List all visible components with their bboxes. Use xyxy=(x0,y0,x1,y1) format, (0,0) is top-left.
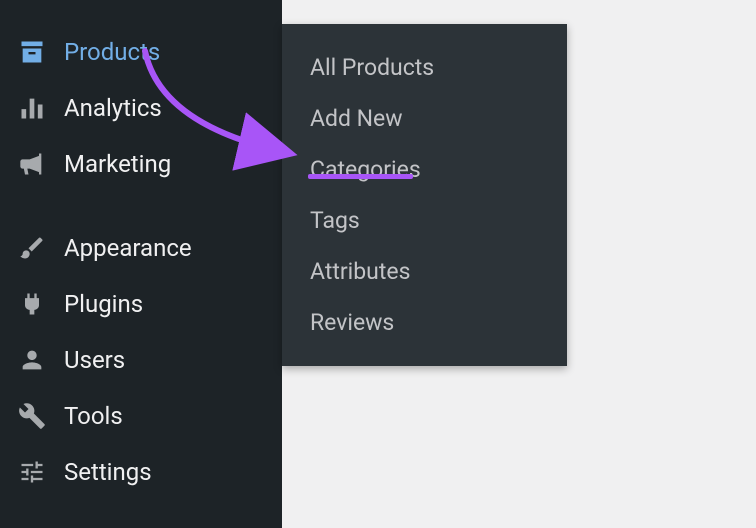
sidebar-item-label: Appearance xyxy=(64,234,192,262)
submenu-item-label: All Products xyxy=(310,54,434,81)
sliders-icon xyxy=(16,456,48,488)
megaphone-icon xyxy=(16,148,48,180)
sidebar-item-label: Products xyxy=(64,38,160,66)
sidebar-item-marketing[interactable]: Marketing xyxy=(0,136,282,192)
sidebar-item-label: Analytics xyxy=(64,94,162,122)
sidebar-item-label: Settings xyxy=(64,458,152,486)
submenu-item-label: Categories xyxy=(310,156,421,183)
sidebar-item-analytics[interactable]: Analytics xyxy=(0,80,282,136)
submenu-item-add-new[interactable]: Add New xyxy=(282,93,567,144)
submenu-item-categories[interactable]: Categories xyxy=(282,144,567,195)
sidebar-item-label: Marketing xyxy=(64,150,171,178)
sidebar-item-users[interactable]: Users xyxy=(0,332,282,388)
plug-icon xyxy=(16,288,48,320)
sidebar-item-products[interactable]: Products xyxy=(0,24,282,80)
wrench-icon xyxy=(16,400,48,432)
submenu-item-all-products[interactable]: All Products xyxy=(282,42,567,93)
sidebar-item-plugins[interactable]: Plugins xyxy=(0,276,282,332)
submenu-item-label: Attributes xyxy=(310,258,410,285)
user-icon xyxy=(16,344,48,376)
products-submenu: All Products Add New Categories Tags Att… xyxy=(282,24,567,366)
submenu-item-label: Add New xyxy=(310,105,403,132)
sidebar-item-tools[interactable]: Tools xyxy=(0,388,282,444)
paint-brush-icon xyxy=(16,232,48,264)
submenu-item-label: Tags xyxy=(310,207,360,234)
menu-separator xyxy=(0,192,282,220)
sidebar-item-label: Tools xyxy=(64,402,123,430)
submenu-item-attributes[interactable]: Attributes xyxy=(282,246,567,297)
sidebar-item-settings[interactable]: Settings xyxy=(0,444,282,500)
submenu-item-tags[interactable]: Tags xyxy=(282,195,567,246)
submenu-item-reviews[interactable]: Reviews xyxy=(282,297,567,348)
sidebar-item-label: Plugins xyxy=(64,290,143,318)
submenu-item-label: Reviews xyxy=(310,309,394,336)
archive-icon xyxy=(16,36,48,68)
sidebar-item-appearance[interactable]: Appearance xyxy=(0,220,282,276)
bar-chart-icon xyxy=(16,92,48,124)
admin-sidebar: Products Analytics Marketing Appearance … xyxy=(0,0,282,528)
sidebar-item-label: Users xyxy=(64,346,125,374)
